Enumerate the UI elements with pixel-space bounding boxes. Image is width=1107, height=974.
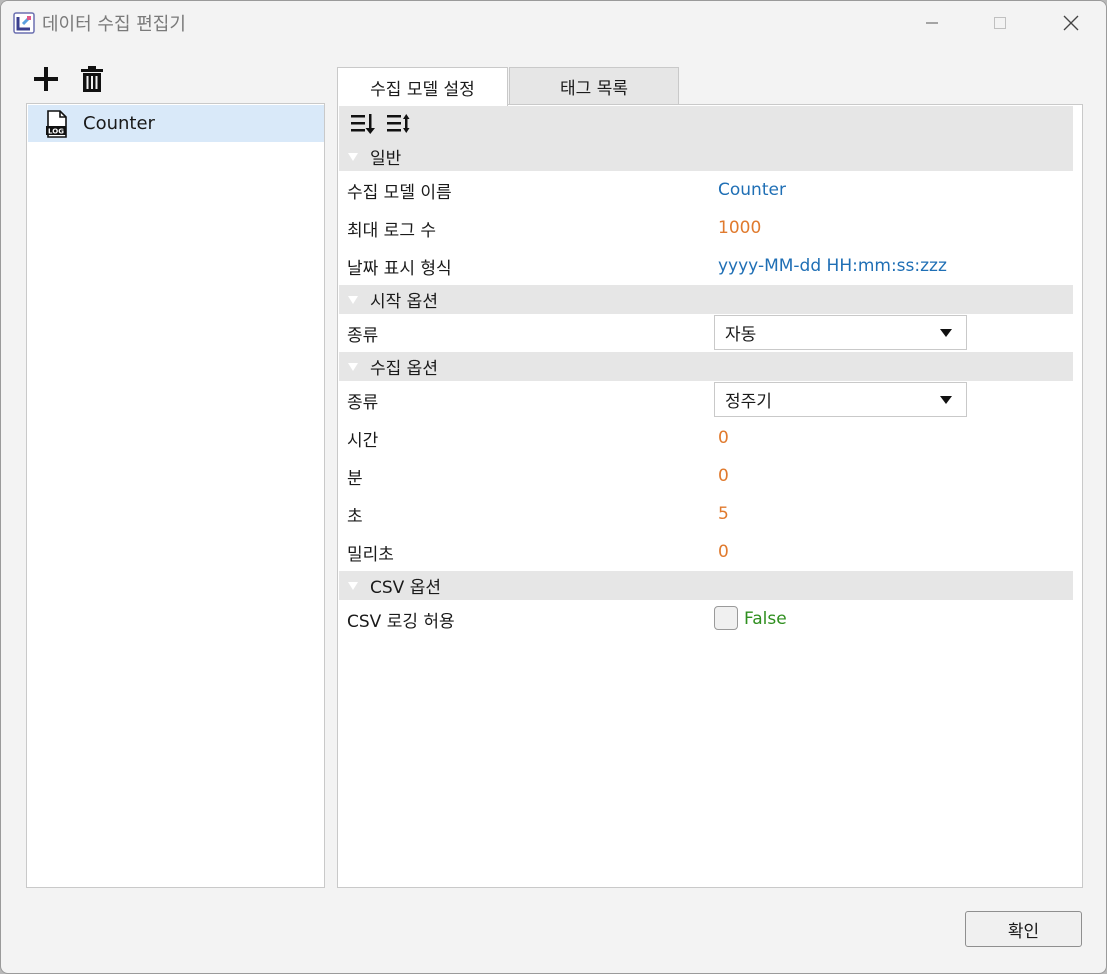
tab-label: 수집 모델 설정 [370,79,475,100]
delete-button[interactable] [77,63,107,95]
plus-icon [34,67,58,91]
property-row-millisecond: 밀리초 0 [339,533,1073,571]
ok-button[interactable]: 확인 [965,911,1082,947]
collect-type-dropdown[interactable]: 정주기 [714,382,967,417]
property-row-model-name: 수집 모델 이름 Counter [339,171,1073,209]
trash-icon [81,66,103,92]
editor-window: 데이터 수집 편집기 LOG Counter 수집 모델 설정 태그 목록 일반… [0,0,1107,974]
property-name: 종류 [347,392,379,413]
checkbox-value-label: False [744,609,787,629]
maximize-icon [994,17,1006,29]
collapse-triangle-icon [348,581,358,590]
property-name: 수집 모델 이름 [347,182,452,203]
app-icon [13,12,35,34]
property-name: 초 [347,506,363,527]
minimize-button[interactable] [897,1,967,45]
model-tree: LOG Counter [26,103,325,888]
categorized-sort-button[interactable] [349,110,377,138]
property-value[interactable]: yyyy-MM-dd HH:mm:ss:zzz [718,256,947,276]
window-title: 데이터 수집 편집기 [42,14,186,35]
property-name: 최대 로그 수 [347,220,437,241]
tab-label: 태그 목록 [560,79,628,99]
property-value[interactable]: 1000 [718,218,761,238]
property-row-date-format: 날짜 표시 형식 yyyy-MM-dd HH:mm:ss:zzz [339,247,1073,285]
ok-button-label: 확인 [1007,921,1040,942]
add-button[interactable] [31,63,61,95]
tree-item-counter[interactable]: LOG Counter [28,105,324,142]
property-row-collect-type: 종류 정주기 [339,381,1073,419]
category-csv-options[interactable]: CSV 옵션 [339,571,1073,600]
property-name: 밀리초 [347,544,394,565]
category-start-options[interactable]: 시작 옵션 [339,285,1073,314]
close-icon [1063,15,1079,31]
chevron-down-icon [940,396,952,404]
category-label: 일반 [370,149,402,169]
property-name: 분 [347,468,363,489]
collapse-triangle-icon [348,152,358,161]
sort-categorized-icon [351,114,375,134]
property-row-minute: 분 0 [339,457,1073,495]
tab-tag-list[interactable]: 태그 목록 [509,67,679,105]
dropdown-value: 자동 [725,325,757,345]
property-value[interactable]: 0 [718,428,729,448]
property-name: CSV 로깅 허용 [347,611,455,632]
category-label: 시작 옵션 [370,292,438,312]
property-value[interactable]: 5 [718,504,729,524]
property-row-second: 초 5 [339,495,1073,533]
category-general[interactable]: 일반 [339,142,1073,171]
collapse-triangle-icon [348,295,358,304]
property-grid: 일반 수집 모델 이름 Counter 최대 로그 수 1000 날짜 표시 형… [337,104,1083,888]
category-label: 수집 옵션 [370,359,438,379]
property-name: 날짜 표시 형식 [347,258,452,279]
property-row-hour: 시간 0 [339,419,1073,457]
property-row-max-logs: 최대 로그 수 1000 [339,209,1073,247]
left-toolbar [31,63,107,95]
property-name: 종류 [347,325,379,346]
property-row-start-type: 종류 자동 [339,314,1073,352]
property-value[interactable]: 0 [718,542,729,562]
tree-item-label: Counter [83,113,155,134]
category-collect-options[interactable]: 수집 옵션 [339,352,1073,381]
close-button[interactable] [1036,1,1106,45]
property-toolbar [339,106,1073,142]
csv-logging-checkbox[interactable] [714,606,738,630]
log-file-icon: LOG [46,109,67,138]
tab-model-settings[interactable]: 수집 모델 설정 [337,67,508,106]
property-name: 시간 [347,430,379,451]
property-value[interactable]: Counter [718,180,786,200]
collapse-triangle-icon [348,362,358,371]
chevron-down-icon [940,329,952,337]
start-type-dropdown[interactable]: 자동 [714,315,967,350]
dropdown-value: 정주기 [725,392,772,412]
maximize-button[interactable] [965,1,1035,45]
sort-alphabetical-icon [387,114,410,133]
property-row-csv-logging: CSV 로깅 허용 False [339,600,1073,638]
title-bar: 데이터 수집 편집기 [1,1,1106,45]
minimize-icon [926,22,938,24]
svg-text:LOG: LOG [48,127,64,135]
property-value[interactable]: 0 [718,466,729,486]
category-label: CSV 옵션 [370,578,441,598]
alphabetical-sort-button[interactable] [385,110,413,138]
